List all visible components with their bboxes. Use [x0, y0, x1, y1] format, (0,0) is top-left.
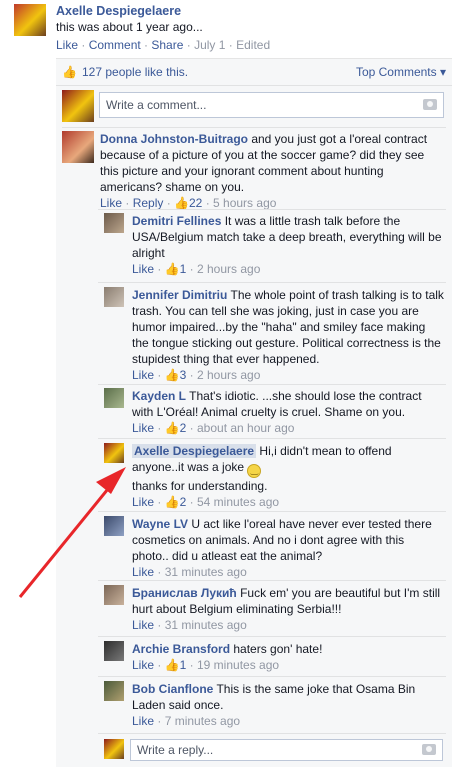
- write-reply-row: Write a reply...: [104, 739, 449, 765]
- reply-time[interactable]: 19 minutes ago: [197, 658, 279, 672]
- avatar[interactable]: [104, 516, 124, 536]
- divider: [98, 676, 446, 677]
- avatar[interactable]: [14, 4, 46, 36]
- reply-actions: Like · 👍3 · 2 hours ago: [132, 368, 261, 382]
- reply-actions: Like · 31 minutes ago: [132, 618, 247, 632]
- divider: [98, 438, 446, 439]
- like-count[interactable]: 👍2: [165, 421, 187, 435]
- like-link[interactable]: Like: [132, 565, 154, 579]
- smiley-icon: ‿: [247, 464, 262, 478]
- avatar[interactable]: [104, 443, 124, 463]
- reply-text: haters gon' hate!: [233, 642, 323, 656]
- comment-input[interactable]: Write a comment...: [99, 92, 444, 118]
- reply-actions: Like · 👍1 · 19 minutes ago: [132, 658, 280, 672]
- reply-author[interactable]: Axelle Despiegelaere: [132, 444, 257, 458]
- comment-placeholder: Write a comment...: [106, 98, 207, 112]
- reply-author[interactable]: Archie Bransford: [132, 642, 230, 656]
- avatar[interactable]: [104, 681, 124, 701]
- reply-time[interactable]: 2 hours ago: [197, 368, 260, 382]
- reply-time[interactable]: 54 minutes ago: [197, 495, 279, 509]
- likes-count-link[interactable]: 127 people like this.: [82, 65, 188, 79]
- like-link[interactable]: Like: [100, 196, 122, 210]
- divider: [98, 209, 446, 210]
- like-count[interactable]: 👍3: [165, 368, 187, 382]
- comment-link[interactable]: Comment: [89, 38, 141, 52]
- reply-author[interactable]: Jennifer Dimitriu: [132, 288, 227, 302]
- reply-actions: Like · 👍1 · 2 hours ago: [132, 262, 261, 276]
- like-link[interactable]: Like: [132, 658, 154, 672]
- share-link[interactable]: Share: [151, 38, 183, 52]
- post-date[interactable]: July 1: [194, 38, 225, 52]
- divider: [98, 511, 446, 512]
- top-comments-dropdown[interactable]: Top Comments ▾: [356, 65, 446, 79]
- reply-time[interactable]: 31 minutes ago: [165, 618, 247, 632]
- reply-actions: Like · 31 minutes ago: [132, 565, 247, 579]
- avatar: [104, 739, 124, 759]
- reply-placeholder: Write a reply...: [137, 743, 214, 757]
- reply-actions: Like · 👍2 · about an hour ago: [132, 421, 295, 435]
- reply-time[interactable]: about an hour ago: [197, 421, 294, 435]
- comments-panel: 👍 127 people like this. Top Comments ▾ W…: [56, 58, 452, 767]
- avatar[interactable]: [104, 585, 124, 605]
- like-count[interactable]: 👍1: [165, 262, 187, 276]
- reply-text-line2: thanks for understanding.: [132, 479, 268, 493]
- divider: [98, 282, 446, 283]
- like-count[interactable]: 👍2: [165, 495, 187, 509]
- like-link[interactable]: Like: [132, 618, 154, 632]
- likes-row: 👍 127 people like this. Top Comments ▾: [56, 59, 452, 86]
- reply-input[interactable]: Write a reply...: [130, 739, 443, 761]
- camera-icon[interactable]: [423, 99, 437, 110]
- reply-author[interactable]: Demitri Fellines: [132, 214, 221, 228]
- comment-time[interactable]: 5 hours ago: [213, 196, 276, 210]
- write-comment-row: Write a comment...: [62, 90, 444, 122]
- avatar[interactable]: [104, 641, 124, 661]
- avatar[interactable]: [104, 287, 124, 307]
- reply-actions: Like · 7 minutes ago: [132, 714, 241, 728]
- reply-author[interactable]: Bob Cianflone: [132, 682, 213, 696]
- reply-time[interactable]: 31 minutes ago: [165, 565, 247, 579]
- divider: [98, 733, 446, 734]
- like-count[interactable]: 👍22: [174, 196, 202, 210]
- like-link[interactable]: Like: [132, 421, 154, 435]
- avatar[interactable]: [62, 131, 94, 163]
- avatar[interactable]: [104, 213, 124, 233]
- comment-author[interactable]: Donna Johnston-Buitrago: [100, 132, 248, 146]
- avatar: [62, 90, 94, 122]
- post-text: this was about 1 year ago...: [56, 20, 203, 34]
- avatar[interactable]: [104, 388, 124, 408]
- reply-author[interactable]: Бранислав Лукић: [132, 586, 237, 600]
- divider: [98, 384, 446, 385]
- reply-author[interactable]: Kayden L: [132, 389, 186, 403]
- edited-label[interactable]: Edited: [236, 38, 270, 52]
- divider: [98, 580, 446, 581]
- thumbs-up-icon: 👍: [62, 65, 77, 79]
- like-link[interactable]: Like: [132, 714, 154, 728]
- like-link[interactable]: Like: [132, 368, 154, 382]
- like-link[interactable]: Like: [132, 262, 154, 276]
- like-link[interactable]: Like: [132, 495, 154, 509]
- like-count[interactable]: 👍1: [165, 658, 187, 672]
- reply-time[interactable]: 2 hours ago: [197, 262, 260, 276]
- post-author[interactable]: Axelle Despiegelaere: [56, 4, 456, 18]
- camera-icon[interactable]: [422, 744, 436, 755]
- post-actions: Like · Comment · Share · July 1 · Edited: [56, 38, 271, 52]
- divider: [62, 127, 446, 128]
- divider: [98, 636, 446, 637]
- like-link[interactable]: Like: [56, 38, 78, 52]
- reply-author[interactable]: Wayne LV: [132, 517, 188, 531]
- reply-time[interactable]: 7 minutes ago: [165, 714, 240, 728]
- reply-link[interactable]: Reply: [133, 196, 164, 210]
- reply-actions: Like · 👍2 · 54 minutes ago: [132, 495, 280, 509]
